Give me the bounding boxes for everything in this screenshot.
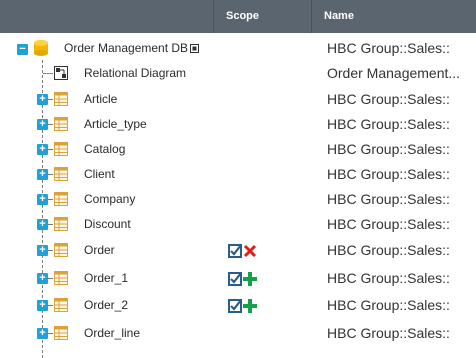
table-icon: [54, 142, 68, 156]
database-icon: [34, 40, 48, 56]
table-icon: [54, 167, 68, 181]
name-cell: HBC Group::Sales::: [327, 216, 450, 232]
expand-icon[interactable]: +: [37, 94, 48, 105]
tree-node-label: Order_2: [84, 298, 129, 312]
table-icon: [54, 92, 68, 106]
tree-node-label: Relational Diagram: [84, 66, 187, 80]
external-link-icon[interactable]: [190, 44, 199, 53]
table-icon: [54, 192, 68, 206]
expand-icon[interactable]: +: [37, 300, 48, 311]
tree-connector: [48, 149, 53, 150]
tree-node-label: Client: [84, 167, 115, 181]
scope-removed-icon: [228, 244, 257, 258]
tree-row-table[interactable]: + Order_line HBC Group::Sales::: [0, 321, 476, 346]
expand-icon[interactable]: +: [37, 119, 48, 130]
tree-connector: [43, 73, 53, 74]
tree-connector: [48, 174, 53, 175]
name-cell: HBC Group::Sales::: [327, 325, 450, 341]
table-icon: [54, 117, 68, 131]
tree-row-table[interactable]: + Order HBC Group::Sales::: [0, 238, 476, 263]
grid-header: Scope Name: [0, 0, 476, 33]
tree-node-label: Order_1: [84, 271, 129, 285]
name-cell: Order Management...: [327, 65, 461, 81]
tree-connector: [48, 333, 53, 334]
table-icon: [54, 271, 68, 285]
tree-row-table[interactable]: + Order_2 HBC Group::Sales::: [0, 293, 476, 318]
name-cell: HBC Group::Sales::: [327, 297, 450, 313]
tree-row-diagram[interactable]: Relational Diagram Order Management...: [0, 61, 476, 86]
name-cell: HBC Group::Sales::: [327, 141, 450, 157]
expand-icon[interactable]: +: [37, 169, 48, 180]
diagram-icon: [54, 66, 68, 80]
tree-connector: [48, 224, 53, 225]
tree-row-table[interactable]: + Article HBC Group::Sales::: [0, 87, 476, 112]
tree-connector: [48, 305, 53, 306]
name-cell: HBC Group::Sales::: [327, 242, 450, 258]
collapse-icon[interactable]: −: [17, 44, 28, 55]
tree-node-label: Order: [84, 243, 115, 257]
tree-row-table[interactable]: + Client HBC Group::Sales::: [0, 162, 476, 187]
tree-node-label: Company: [84, 192, 136, 206]
table-icon: [54, 243, 68, 257]
tree-node-label: Article: [84, 92, 118, 106]
name-cell: HBC Group::Sales::: [327, 116, 450, 132]
tree-node-label: Discount: [84, 217, 131, 231]
name-cell: HBC Group::Sales::: [327, 166, 450, 182]
expand-icon[interactable]: +: [37, 273, 48, 284]
tree-node-label: Article_type: [84, 117, 147, 131]
table-icon: [54, 326, 68, 340]
tree-row-table[interactable]: + Catalog HBC Group::Sales::: [0, 137, 476, 162]
tree-node-label: Catalog: [84, 142, 126, 156]
tree-row-table[interactable]: + Company HBC Group::Sales::: [0, 187, 476, 212]
expand-icon[interactable]: +: [37, 219, 48, 230]
scope-added-icon: [228, 272, 257, 286]
expand-icon[interactable]: +: [37, 144, 48, 155]
tree-connector: [48, 278, 53, 279]
tree-connector: [48, 250, 53, 251]
tree-row-table[interactable]: + Discount HBC Group::Sales::: [0, 212, 476, 237]
tree-row-table[interactable]: + Order_1 HBC Group::Sales::: [0, 266, 476, 291]
scope-column-header[interactable]: Scope: [213, 0, 311, 33]
table-icon: [54, 298, 68, 312]
name-column-header[interactable]: Name: [311, 0, 476, 33]
name-cell: HBC Group::Sales::: [327, 191, 450, 207]
table-icon: [54, 217, 68, 231]
name-cell: HBC Group::Sales::: [327, 270, 450, 286]
expand-icon[interactable]: +: [37, 194, 48, 205]
tree-node-label: Order_line: [84, 326, 141, 340]
name-cell: HBC Group::Sales::: [327, 91, 450, 107]
tree-connector: [48, 199, 53, 200]
scope-added-icon: [228, 299, 257, 313]
name-cell: HBC Group::Sales::: [327, 40, 450, 56]
expand-icon[interactable]: +: [37, 245, 48, 256]
tree-node-label: Order Management DB: [64, 41, 189, 55]
tree-connector: [48, 99, 53, 100]
tree-row-table[interactable]: + Article_type HBC Group::Sales::: [0, 112, 476, 137]
expand-icon[interactable]: +: [37, 328, 48, 339]
tree-connector: [48, 124, 53, 125]
tree-row-root[interactable]: − Order Management DB HBC Group::Sales::: [0, 36, 476, 61]
tree-column-header[interactable]: [0, 0, 213, 33]
